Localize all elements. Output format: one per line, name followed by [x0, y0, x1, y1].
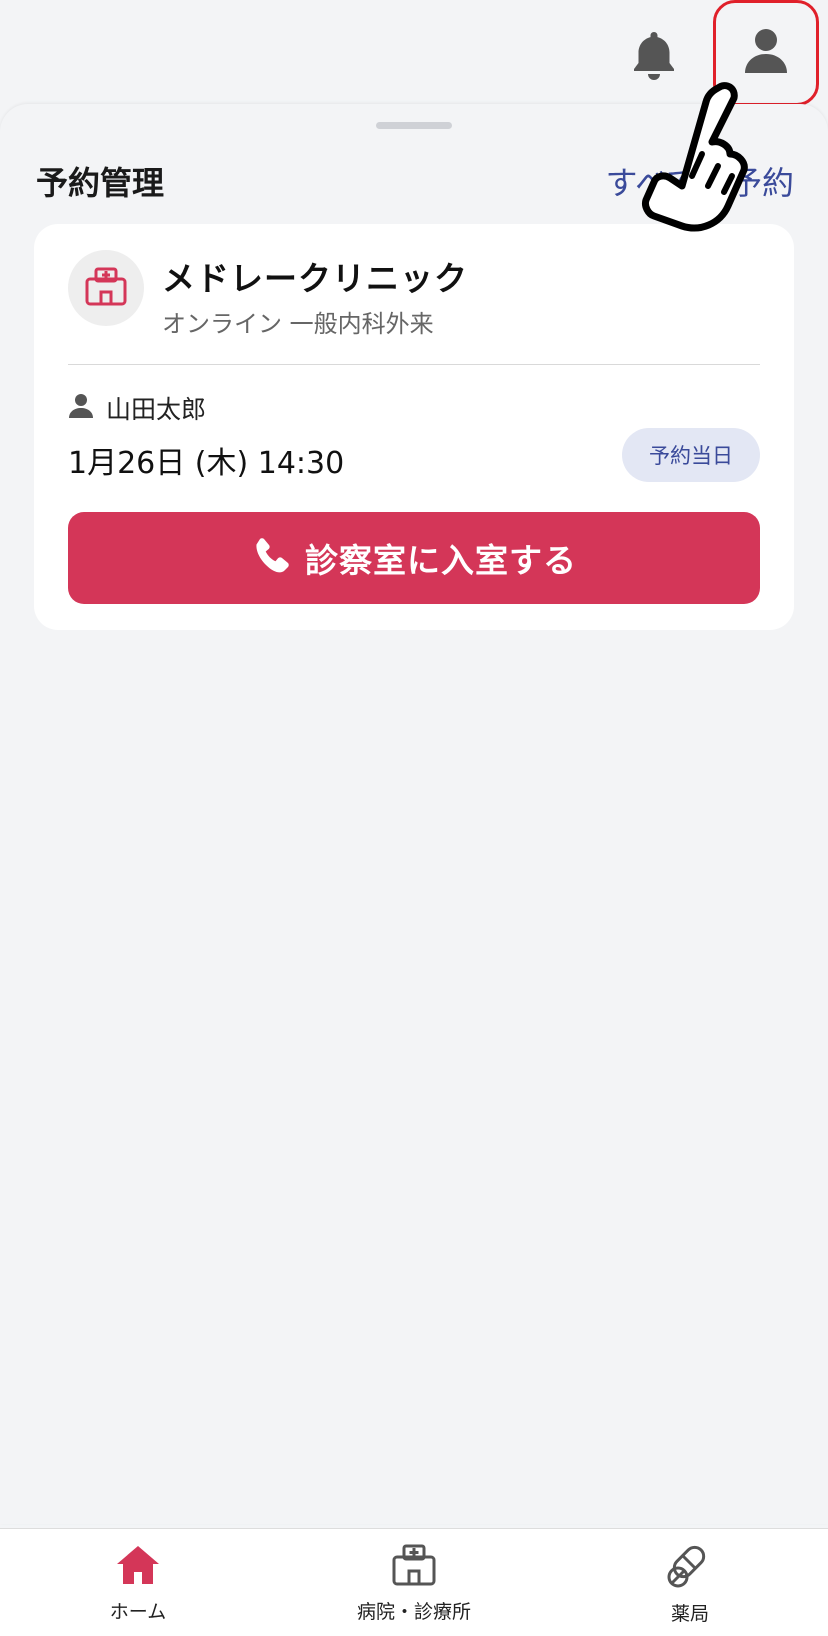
nav-label-home: ホーム — [109, 1601, 167, 1623]
nav-item-hospitals[interactable]: 病院・診療所 — [276, 1529, 552, 1636]
card-divider — [68, 364, 760, 365]
phone-icon — [251, 536, 291, 580]
hospital-icon — [391, 1543, 437, 1591]
clinic-department: オンライン 一般内科外来 — [162, 310, 434, 338]
person-icon — [68, 393, 94, 423]
nav-item-pharmacy[interactable]: 薬局 — [552, 1529, 828, 1636]
bottom-navigation: ホーム 病院・診療所 薬局 — [0, 1528, 828, 1636]
enter-button-label: 診察室に入室する — [305, 541, 577, 580]
hospital-icon — [84, 266, 128, 310]
clinic-avatar — [68, 250, 144, 326]
pointing-hand-icon — [622, 78, 762, 238]
pill-icon — [666, 1543, 714, 1593]
person-icon — [743, 27, 789, 79]
nav-label-hospitals: 病院・診療所 — [356, 1601, 471, 1623]
patient-row: 山田太郎 — [68, 390, 206, 426]
patient-name: 山田太郎 — [106, 395, 207, 424]
nav-item-home[interactable]: ホーム — [0, 1529, 276, 1636]
sheet-drag-handle[interactable] — [376, 122, 452, 129]
nav-label-pharmacy: 薬局 — [670, 1603, 709, 1625]
appointment-card[interactable]: メドレークリニック オンライン 一般内科外来 山田太郎 1月26日 (木) 14… — [34, 224, 794, 630]
app-screen: 予約管理 すべての予約 メドレークリニック オンライン 一般内科外来 — [0, 0, 828, 1636]
appointment-datetime: 1月26日 (木) 14:30 — [68, 446, 345, 481]
section-title: 予約管理 — [36, 164, 165, 202]
clinic-name: メドレークリニック — [162, 259, 468, 298]
home-icon — [114, 1543, 162, 1591]
enter-exam-room-button[interactable]: 診察室に入室する — [68, 512, 760, 604]
status-badge: 予約当日 — [622, 428, 760, 482]
appointments-sheet: 予約管理 すべての予約 メドレークリニック オンライン 一般内科外来 — [0, 104, 828, 1524]
